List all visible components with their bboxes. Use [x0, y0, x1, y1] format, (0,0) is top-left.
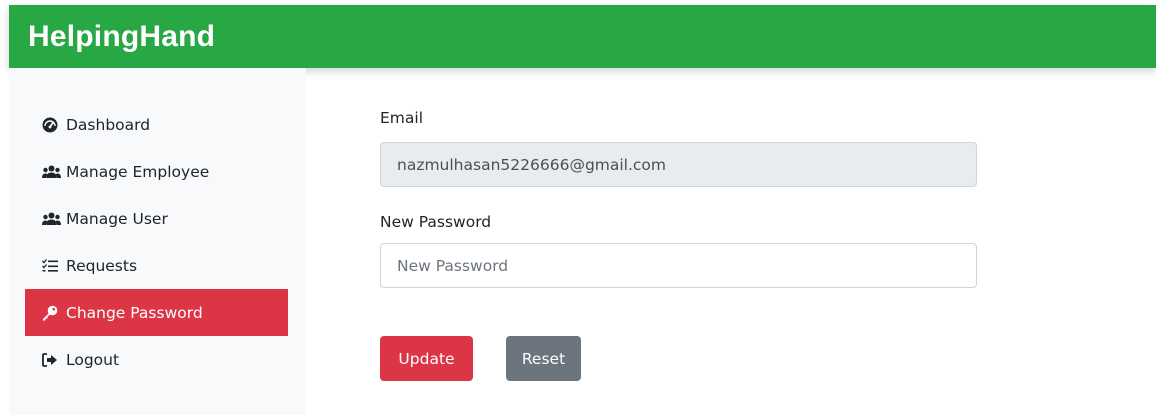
- users-icon: [42, 211, 62, 227]
- sidebar-item-label: Logout: [66, 350, 120, 369]
- update-button[interactable]: Update: [380, 336, 473, 381]
- tasks-list-icon: [42, 258, 62, 274]
- sidebar-item-dashboard[interactable]: Dashboard: [25, 101, 288, 148]
- key-icon: [42, 305, 62, 321]
- email-label: Email: [380, 109, 424, 127]
- sidebar-nav: Dashboard Manage Employee Manage User Re…: [25, 101, 288, 383]
- sidebar-item-label: Manage Employee: [66, 162, 210, 181]
- tachometer-icon: [42, 117, 62, 133]
- reset-button[interactable]: Reset: [506, 336, 581, 381]
- brand-logo-link[interactable]: HelpingHand: [28, 20, 215, 54]
- sidebar-item-logout[interactable]: Logout: [25, 336, 288, 383]
- sidebar-item-label: Dashboard: [66, 115, 151, 134]
- sidebar-item-change-password[interactable]: Change Password: [25, 289, 288, 336]
- sidebar-item-label: Change Password: [66, 303, 203, 322]
- sidebar-item-manage-employee[interactable]: Manage Employee: [25, 148, 288, 195]
- new-password-input[interactable]: [380, 243, 977, 288]
- email-field[interactable]: [380, 142, 977, 187]
- users-icon: [42, 164, 62, 180]
- sidebar-item-requests[interactable]: Requests: [25, 242, 288, 289]
- sidebar-item-label: Manage User: [66, 209, 168, 228]
- sidebar-item-manage-user[interactable]: Manage User: [25, 195, 288, 242]
- app-root: HelpingHand Dashboard Manage Employee Ma…: [0, 0, 1156, 415]
- new-password-label: New Password: [380, 213, 492, 231]
- top-navbar: HelpingHand: [9, 5, 1156, 68]
- sidebar: Dashboard Manage Employee Manage User Re…: [9, 68, 306, 415]
- sidebar-item-label: Requests: [66, 256, 138, 275]
- sign-out-icon: [42, 352, 62, 368]
